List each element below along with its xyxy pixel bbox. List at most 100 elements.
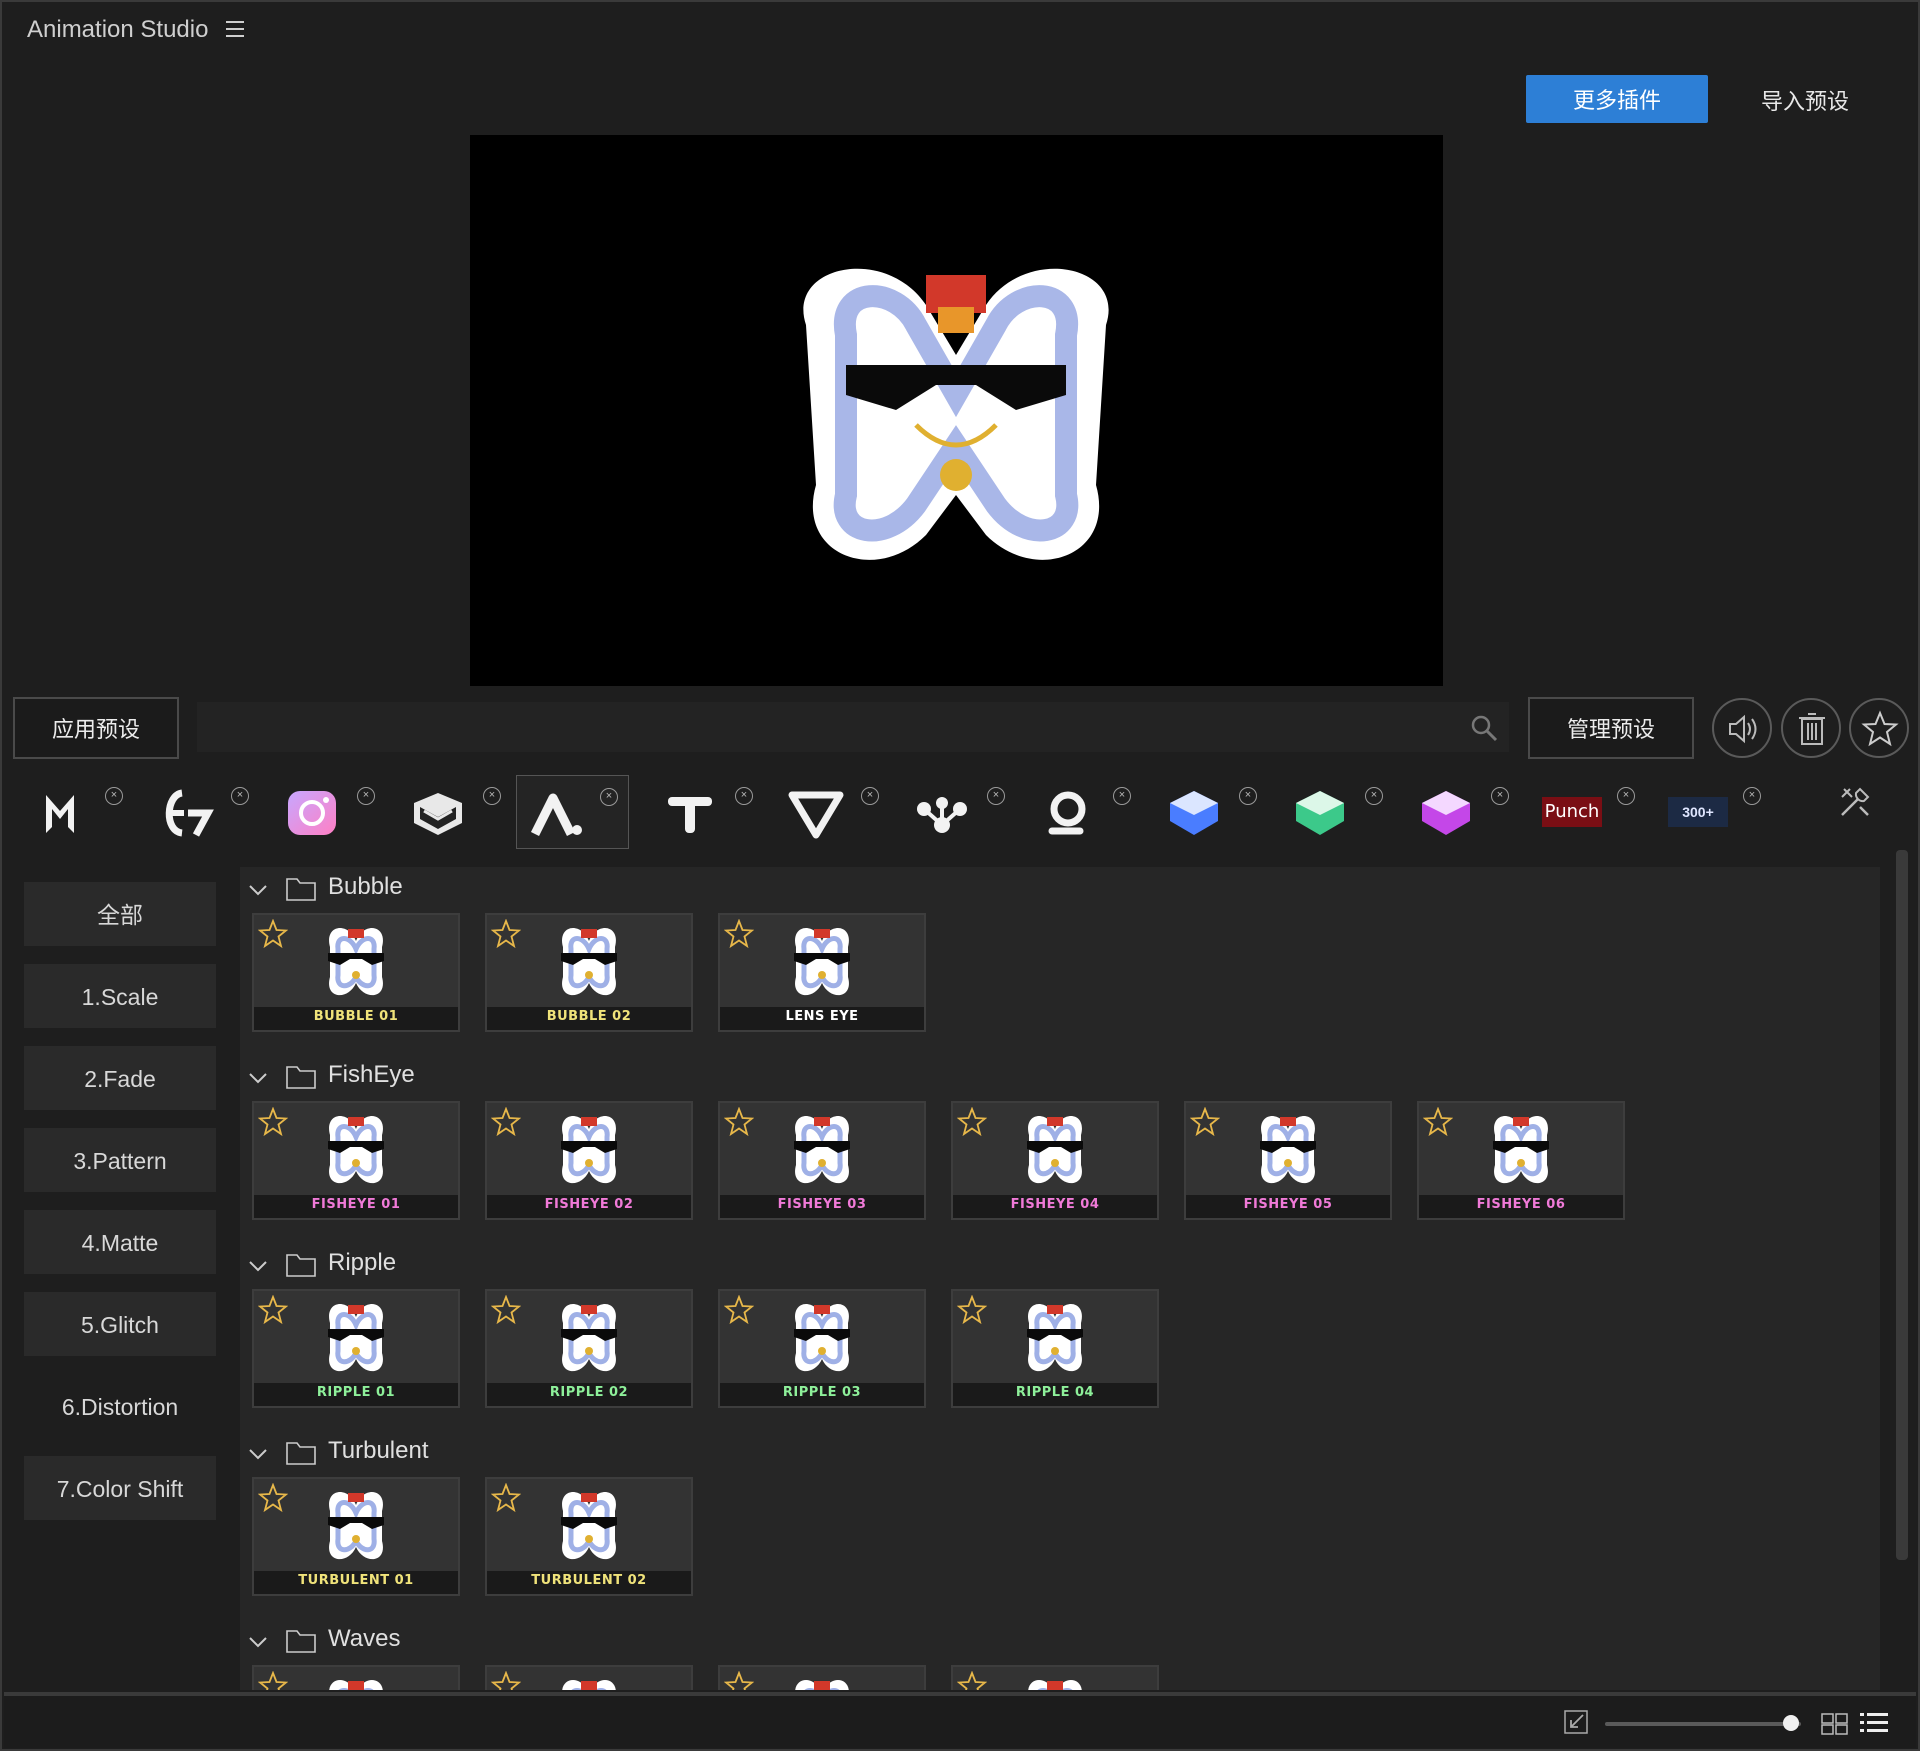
- preset-card[interactable]: FISHEYE 02: [485, 1101, 693, 1220]
- fit-view-icon[interactable]: [1563, 1709, 1589, 1735]
- plugin-tab-t[interactable]: ×: [650, 775, 763, 849]
- close-icon[interactable]: ×: [357, 787, 375, 805]
- favorite-star-icon[interactable]: [1190, 1107, 1220, 1137]
- category-pattern[interactable]: 3.Pattern: [24, 1128, 216, 1192]
- favorite-star-icon[interactable]: [1423, 1107, 1453, 1137]
- favorite-star-icon[interactable]: [491, 1295, 521, 1325]
- category-all[interactable]: 全部: [24, 882, 216, 946]
- close-icon[interactable]: ×: [1617, 787, 1635, 805]
- chevron-down-icon[interactable]: [248, 1259, 268, 1273]
- more-plugins-button[interactable]: 更多插件: [1526, 75, 1708, 123]
- favorite-star-icon[interactable]: [724, 1107, 754, 1137]
- nodes-logo-icon: [917, 797, 967, 833]
- plugin-tab-ring[interactable]: ×: [1028, 775, 1141, 849]
- preset-card[interactable]: [718, 1665, 926, 1690]
- preset-card[interactable]: BUBBLE 01: [252, 913, 460, 1032]
- close-icon[interactable]: ×: [105, 787, 123, 805]
- chevron-down-icon[interactable]: [248, 1635, 268, 1649]
- category-scale[interactable]: 1.Scale: [24, 964, 216, 1028]
- hamburger-menu-icon[interactable]: [226, 21, 244, 37]
- favorite-star-icon[interactable]: [491, 1671, 521, 1690]
- grid-view-icon[interactable]: [1821, 1712, 1849, 1736]
- scrollbar[interactable]: [1896, 850, 1908, 1560]
- sound-button[interactable]: [1712, 698, 1772, 758]
- mascot-thumbnail-image: [1260, 1116, 1316, 1184]
- category-fade[interactable]: 2.Fade: [24, 1046, 216, 1110]
- plugin-tab-a[interactable]: ×: [516, 775, 629, 849]
- search-input[interactable]: [197, 702, 1509, 752]
- preset-card[interactable]: FISHEYE 03: [718, 1101, 926, 1220]
- list-view-icon[interactable]: [1859, 1710, 1889, 1736]
- close-icon[interactable]: ×: [231, 787, 249, 805]
- category-glitch[interactable]: 5.Glitch: [24, 1292, 216, 1356]
- import-preset-button[interactable]: 导入预设: [1740, 78, 1870, 122]
- plugin-tab-e7[interactable]: ×: [146, 775, 259, 849]
- plugin-tab-green-cube[interactable]: ×: [1280, 775, 1393, 849]
- plugin-tab-pink-cube[interactable]: ×: [1406, 775, 1519, 849]
- preset-card[interactable]: [485, 1665, 693, 1690]
- favorite-star-icon[interactable]: [491, 1483, 521, 1513]
- close-icon[interactable]: ×: [1743, 787, 1761, 805]
- plugin-tab-blue-cube[interactable]: ×: [1154, 775, 1267, 849]
- category-distortion[interactable]: 6.Distortion: [24, 1374, 216, 1438]
- punch-logo: Punch: [1542, 797, 1602, 827]
- favorite-star-icon[interactable]: [957, 1295, 987, 1325]
- close-icon[interactable]: ×: [1239, 787, 1257, 805]
- preset-card[interactable]: [951, 1665, 1159, 1690]
- favorite-star-icon[interactable]: [258, 919, 288, 949]
- plugin-tab-banner[interactable]: 300+ ×: [1658, 775, 1771, 849]
- plugin-tab-nodes[interactable]: ×: [902, 775, 1015, 849]
- preset-card[interactable]: FISHEYE 01: [252, 1101, 460, 1220]
- apply-preset-button[interactable]: 应用预设: [13, 697, 179, 759]
- preset-card[interactable]: RIPPLE 03: [718, 1289, 926, 1408]
- preset-card[interactable]: RIPPLE 01: [252, 1289, 460, 1408]
- close-icon[interactable]: ×: [1365, 787, 1383, 805]
- favorite-star-icon[interactable]: [491, 919, 521, 949]
- close-icon[interactable]: ×: [987, 787, 1005, 805]
- chevron-down-icon[interactable]: [248, 883, 268, 897]
- preset-card[interactable]: TURBULENT 02: [485, 1477, 693, 1596]
- plugin-tab-camera[interactable]: ×: [272, 775, 385, 849]
- close-icon[interactable]: ×: [1113, 787, 1131, 805]
- close-icon[interactable]: ×: [735, 787, 753, 805]
- favorite-star-icon[interactable]: [724, 1295, 754, 1325]
- favorite-button[interactable]: [1849, 698, 1909, 758]
- preset-card[interactable]: LENS EYE: [718, 913, 926, 1032]
- favorite-star-icon[interactable]: [724, 919, 754, 949]
- preset-card[interactable]: FISHEYE 06: [1417, 1101, 1625, 1220]
- close-icon[interactable]: ×: [861, 787, 879, 805]
- tools-icon[interactable]: [1838, 785, 1872, 819]
- search-icon[interactable]: [1470, 714, 1498, 742]
- preset-card[interactable]: TURBULENT 01: [252, 1477, 460, 1596]
- favorite-star-icon[interactable]: [258, 1107, 288, 1137]
- chevron-down-icon[interactable]: [248, 1447, 268, 1461]
- plugin-tab-punch[interactable]: Punch ×: [1532, 775, 1645, 849]
- folder-icon: [286, 878, 316, 901]
- favorite-star-icon[interactable]: [957, 1107, 987, 1137]
- zoom-slider-track[interactable]: [1605, 1722, 1801, 1726]
- group-name: Bubble: [328, 873, 403, 900]
- plugin-tab-v[interactable]: ×: [776, 775, 889, 849]
- category-color-shift[interactable]: 7.Color Shift: [24, 1456, 216, 1520]
- manage-preset-button[interactable]: 管理预设: [1528, 697, 1694, 759]
- preset-card[interactable]: RIPPLE 04: [951, 1289, 1159, 1408]
- favorite-star-icon[interactable]: [491, 1107, 521, 1137]
- preset-card[interactable]: RIPPLE 02: [485, 1289, 693, 1408]
- preset-card[interactable]: FISHEYE 05: [1184, 1101, 1392, 1220]
- close-icon[interactable]: ×: [483, 787, 501, 805]
- preset-card[interactable]: [252, 1665, 460, 1690]
- favorite-star-icon[interactable]: [258, 1483, 288, 1513]
- favorite-star-icon[interactable]: [258, 1295, 288, 1325]
- close-icon[interactable]: ×: [1491, 787, 1509, 805]
- category-matte[interactable]: 4.Matte: [24, 1210, 216, 1274]
- close-icon[interactable]: ×: [600, 788, 618, 806]
- favorite-star-icon[interactable]: [258, 1671, 288, 1690]
- favorite-star-icon[interactable]: [957, 1671, 987, 1690]
- chevron-down-icon[interactable]: [248, 1071, 268, 1085]
- plugin-tab-layers[interactable]: ×: [398, 775, 511, 849]
- plugin-tab-m[interactable]: ×: [20, 775, 133, 849]
- delete-button[interactable]: [1781, 698, 1841, 758]
- preset-card[interactable]: FISHEYE 04: [951, 1101, 1159, 1220]
- favorite-star-icon[interactable]: [724, 1671, 754, 1690]
- preset-card[interactable]: BUBBLE 02: [485, 913, 693, 1032]
